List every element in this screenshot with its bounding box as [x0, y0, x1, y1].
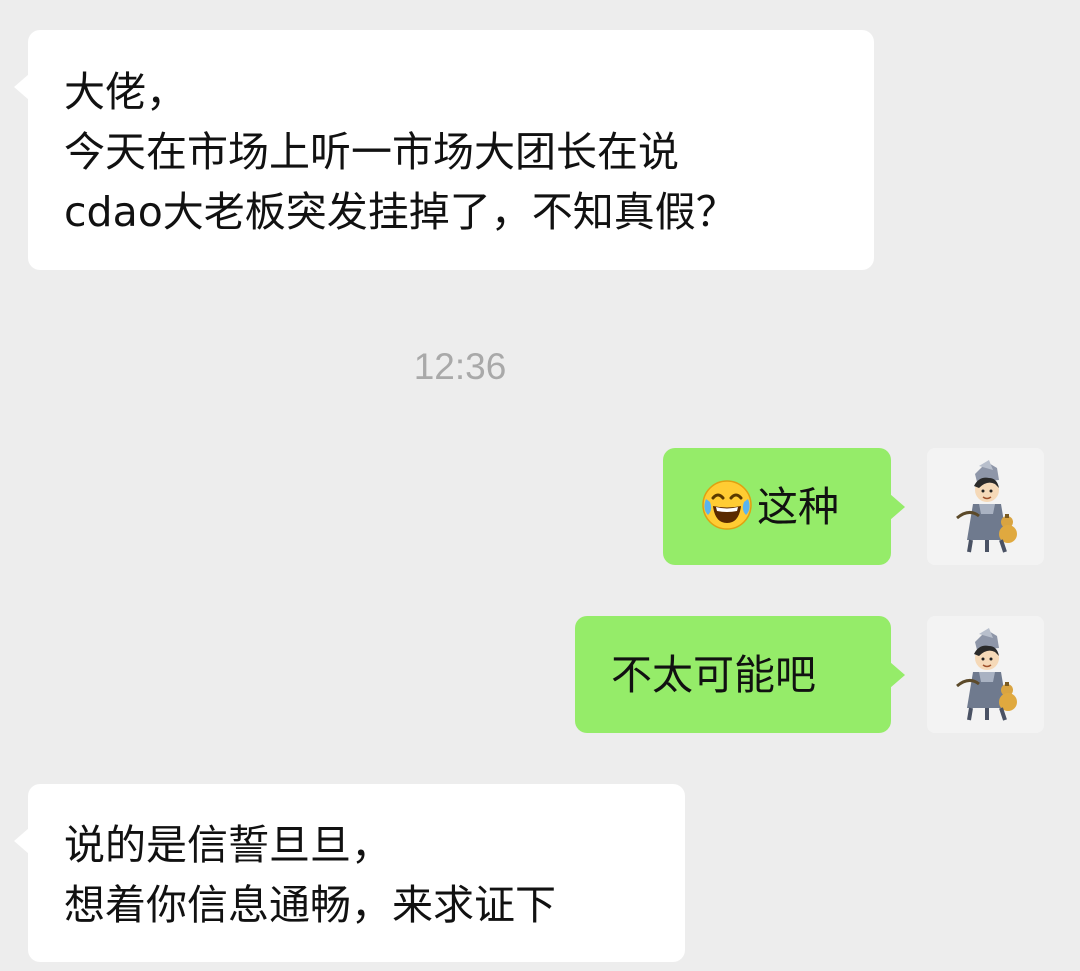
outgoing-message-bubble[interactable]: 这种 — [663, 448, 905, 565]
face-with-tears-of-joy-emoji — [701, 479, 753, 531]
message-line: 大佬， — [64, 68, 187, 116]
bubble-tail — [890, 494, 905, 520]
bubble-tail — [14, 74, 29, 100]
bubble-tail — [890, 662, 905, 688]
self-avatar[interactable] — [927, 616, 1044, 733]
bubble-tail — [14, 828, 29, 854]
message-timestamp: 12:36 — [413, 346, 507, 387]
incoming-message-bubble[interactable]: 大佬， 今天在市场上听一市场大团长在说 cdao大老板突发挂掉了，不知真假？ — [14, 30, 874, 270]
outgoing-message-bubble[interactable]: 不太可能吧 — [575, 616, 905, 733]
message-line: 想着你信息通畅，来求证下 — [64, 881, 556, 929]
cartoon-character-with-gourd-avatar — [927, 448, 1044, 565]
cartoon-character-with-gourd-avatar — [927, 616, 1044, 733]
message-line: cdao大老板突发挂掉了，不知真假？ — [64, 188, 737, 236]
message-text: 这种 — [757, 483, 839, 531]
message-line: 今天在市场上听一市场大团长在说 — [64, 128, 679, 176]
self-avatar[interactable] — [927, 448, 1044, 565]
message-text: 不太可能吧 — [611, 651, 816, 699]
message-line: 说的是信誓旦旦， — [64, 821, 392, 869]
incoming-message-bubble[interactable]: 说的是信誓旦旦， 想着你信息通畅，来求证下 — [14, 784, 685, 962]
